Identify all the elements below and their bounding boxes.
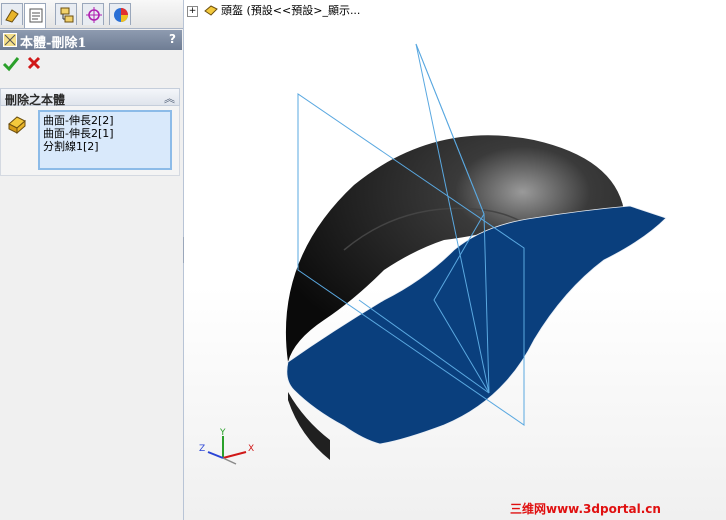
feature-title: 本體-刪除1 (20, 36, 87, 51)
list-item[interactable]: 分割線1[2] (43, 140, 167, 153)
action-buttons (0, 52, 182, 78)
tab-configuration-manager[interactable] (55, 3, 77, 25)
property-manager-icon (29, 8, 43, 23)
list-item[interactable]: 曲面-伸長2[1] (43, 127, 167, 140)
tab-dim-xpert[interactable] (82, 3, 104, 25)
triad-y-label: Y (219, 428, 226, 438)
tab-display-manager[interactable] (109, 3, 131, 25)
configuration-manager-icon (60, 7, 74, 23)
solid-bodies-selection-icon (8, 116, 26, 134)
watermark-text: 三维网www.3dportal.cn (510, 502, 661, 516)
display-manager-icon (114, 8, 128, 22)
dim-xpert-icon (86, 7, 102, 23)
part-icon (203, 5, 218, 16)
manager-tab-bar (0, 0, 183, 29)
graphics-viewport[interactable] (184, 0, 726, 520)
feature-tree-flyout[interactable]: + 頭盔 (預設<<預設>_顯示... (187, 2, 360, 18)
cancel-x-icon[interactable] (26, 55, 42, 71)
bodies-to-delete-group: 曲面-伸長2[2] 曲面-伸長2[1] 分割線1[2] (0, 106, 180, 176)
property-manager-panel: 本體-刪除1 ? 刪除之本體 ︽ 曲面-伸長2[2] 曲面-伸長2[1] 分割線… (0, 0, 184, 520)
bodies-selection-list[interactable]: 曲面-伸長2[2] 曲面-伸長2[1] 分割線1[2] (38, 110, 172, 170)
part-name-label: 頭盔 (預設<<預設>_顯示... (221, 4, 361, 17)
triad-z-label: Z (199, 444, 205, 454)
reference-triad: Y X Z (199, 428, 254, 465)
bodies-to-delete-group-header[interactable]: 刪除之本體 ︽ (0, 88, 180, 107)
feature-manager-icon (5, 9, 19, 23)
helmet-model-view (285, 43, 667, 460)
expand-toggle[interactable]: + (187, 5, 198, 17)
help-button[interactable]: ? (169, 32, 176, 46)
collapse-chevron-icon[interactable]: ︽ (164, 90, 175, 106)
property-title-bar: 本體-刪除1 ? (0, 30, 182, 51)
list-item[interactable]: 曲面-伸長2[2] (43, 114, 167, 127)
triad-x-label: X (248, 444, 254, 454)
tab-property-manager[interactable] (24, 3, 46, 28)
delete-body-feature-icon (3, 33, 17, 47)
tab-feature-manager[interactable] (1, 3, 23, 25)
ok-check-icon[interactable] (2, 55, 20, 73)
